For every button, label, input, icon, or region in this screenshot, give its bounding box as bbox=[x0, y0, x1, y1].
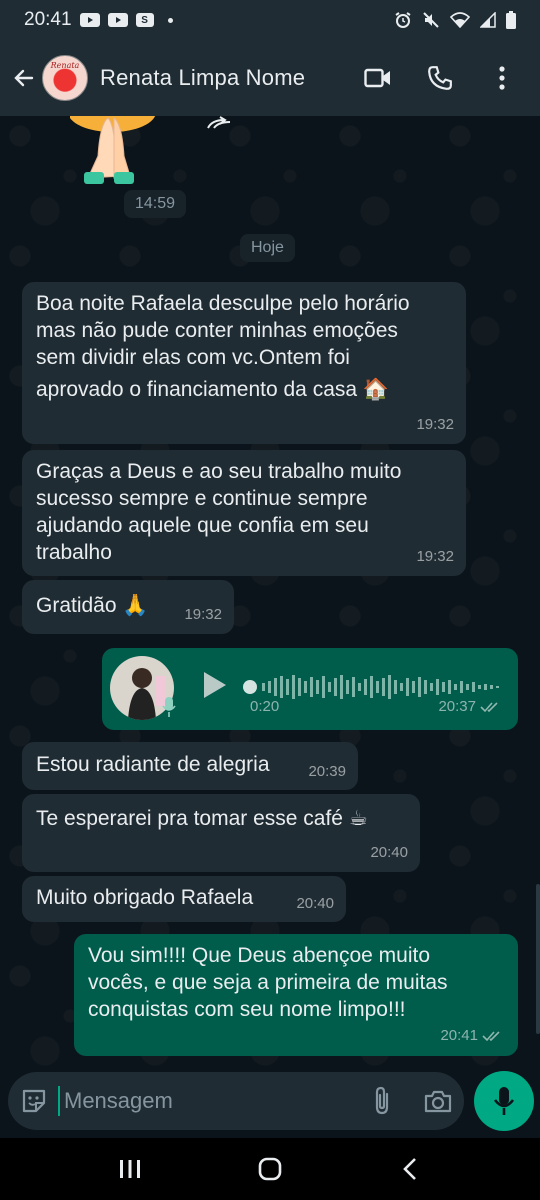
youtube-icon bbox=[79, 13, 100, 27]
contact-avatar[interactable]: Renata bbox=[42, 55, 88, 101]
back-nav-button[interactable] bbox=[390, 1149, 430, 1189]
message-time: 19:32 bbox=[184, 606, 222, 623]
phone-icon bbox=[428, 66, 452, 90]
more-vert-icon bbox=[499, 66, 505, 90]
chat-area[interactable]: 14:59 Hoje Boa noite Rafaela desculpe pe… bbox=[0, 116, 540, 1070]
message-bubble-incoming[interactable]: Te esperarei pra tomar esse café ☕ 20:40 bbox=[22, 794, 420, 872]
message-time: 19:32 bbox=[416, 416, 454, 433]
home-icon bbox=[258, 1157, 282, 1181]
voice-message-bubble[interactable]: 0:20 20:37 bbox=[102, 648, 518, 730]
message-line: trabalho bbox=[36, 541, 112, 564]
praying-hands-sticker-icon bbox=[68, 116, 156, 184]
camera-icon bbox=[424, 1090, 452, 1113]
mic-badge-icon bbox=[162, 696, 176, 725]
video-call-button[interactable] bbox=[362, 62, 394, 94]
message-text: Te esperarei pra tomar esse café ☕ bbox=[36, 807, 368, 830]
camera-button[interactable] bbox=[424, 1089, 452, 1113]
message-time: 20:40 bbox=[370, 844, 408, 861]
message-bubble-incoming[interactable]: Graças a Deus e ao seu trabalho muito su… bbox=[22, 450, 466, 576]
message-line: Boa noite Rafaela desculpe pelo horário bbox=[36, 292, 410, 315]
message-input[interactable] bbox=[58, 1086, 372, 1116]
paperclip-icon bbox=[375, 1086, 389, 1115]
recent-apps-icon bbox=[120, 1160, 140, 1178]
message-bubble-incoming[interactable]: Boa noite Rafaela desculpe pelo horário … bbox=[22, 282, 466, 444]
scrollbar[interactable] bbox=[536, 884, 540, 1034]
message-line: aprovado o financiamento da casa 🏠 bbox=[36, 378, 390, 401]
contact-name[interactable]: Renata Limpa Nome bbox=[100, 65, 362, 91]
sticker-button[interactable] bbox=[20, 1087, 48, 1115]
double-check-icon bbox=[482, 1030, 500, 1041]
message-time: 20:39 bbox=[308, 763, 346, 780]
double-check-icon bbox=[480, 701, 498, 712]
message-bubble-incoming[interactable]: Gratidão 🙏 19:32 bbox=[22, 580, 234, 634]
message-bubble-incoming[interactable]: Muito obrigado Rafaela 20:40 bbox=[22, 876, 346, 922]
message-bubble-incoming[interactable]: Estou radiante de alegria 20:39 bbox=[22, 742, 358, 790]
mute-icon bbox=[422, 11, 440, 29]
sticker-icon bbox=[22, 1089, 46, 1113]
message-line: conquistas com seu nome limpo!!! bbox=[88, 998, 406, 1021]
avatar-logo-text: Renata bbox=[50, 61, 80, 70]
signal-icon bbox=[480, 12, 496, 28]
wifi-icon bbox=[450, 12, 470, 28]
play-button[interactable] bbox=[202, 670, 228, 707]
forward-icon[interactable] bbox=[206, 116, 234, 130]
sticker-message[interactable] bbox=[68, 116, 180, 188]
message-line: mas não pude conter minhas emoções bbox=[36, 319, 398, 342]
message-text: Estou radiante de alegria bbox=[36, 753, 270, 776]
message-line: sem dividir elas com vc.Ontem foi bbox=[36, 346, 350, 369]
message-line: sucesso sempre e continue sempre bbox=[36, 487, 368, 510]
message-line: Vou sim!!!! Que Deus abençoe muito bbox=[88, 944, 431, 967]
video-call-icon bbox=[364, 68, 390, 88]
system-navigation-bar bbox=[0, 1138, 540, 1200]
recent-apps-button[interactable] bbox=[110, 1149, 150, 1189]
more-options-button[interactable] bbox=[486, 62, 518, 94]
arrow-left-icon bbox=[14, 69, 34, 87]
date-chip: Hoje bbox=[240, 234, 295, 262]
message-bubble-outgoing[interactable]: Vou sim!!!! Que Deus abençoe muito vocês… bbox=[74, 934, 518, 1056]
voice-call-button[interactable] bbox=[424, 62, 456, 94]
home-button[interactable] bbox=[250, 1149, 290, 1189]
s-app-icon: S bbox=[135, 13, 154, 27]
voice-record-button[interactable] bbox=[474, 1071, 534, 1131]
back-button[interactable] bbox=[10, 58, 38, 98]
message-line: ajudando aquele que confia em seu bbox=[36, 514, 369, 537]
attach-button[interactable] bbox=[372, 1086, 392, 1116]
message-line: Graças a Deus e ao seu trabalho muito bbox=[36, 460, 402, 483]
message-time: 20:37 bbox=[438, 698, 476, 715]
mic-icon bbox=[493, 1087, 515, 1115]
message-line: vocês, e que seja a primeira de muitas bbox=[88, 971, 448, 994]
message-time: 19:32 bbox=[416, 548, 454, 565]
chevron-left-icon bbox=[403, 1158, 416, 1180]
status-time: 20:41 bbox=[24, 9, 72, 30]
youtube-icon bbox=[107, 13, 128, 27]
battery-icon bbox=[506, 11, 516, 29]
message-time: 20:41 bbox=[440, 1027, 478, 1044]
voice-duration: 0:20 bbox=[250, 698, 280, 715]
message-time: 20:40 bbox=[296, 895, 334, 912]
chat-header: Renata Renata Limpa Nome bbox=[0, 40, 540, 116]
status-bar: 20:41 S bbox=[0, 0, 540, 40]
play-icon bbox=[204, 672, 226, 698]
sticker-timestamp: 14:59 bbox=[124, 190, 187, 218]
notification-dot-icon bbox=[167, 17, 173, 23]
message-text: Muito obrigado Rafaela bbox=[36, 886, 254, 909]
message-composer bbox=[8, 1072, 464, 1130]
alarm-icon bbox=[394, 11, 412, 29]
